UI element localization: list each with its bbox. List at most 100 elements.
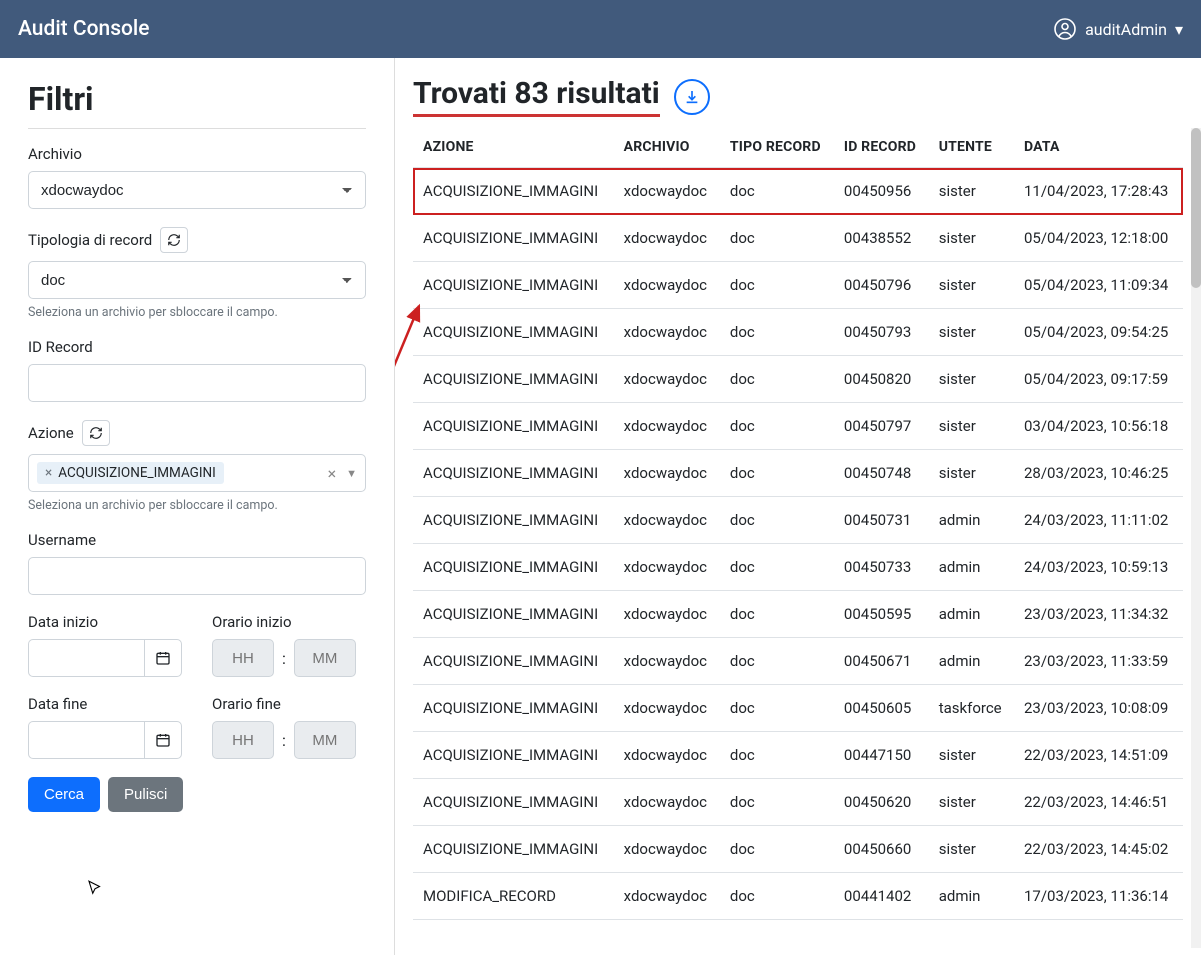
cell-archivio: xdocwaydoc [614,497,720,544]
cell-archivio: xdocwaydoc [614,309,720,356]
cell-id: 00450671 [834,638,929,685]
cell-data: 05/04/2023, 12:18:00 [1014,215,1183,262]
table-row[interactable]: ACQUISIZIONE_IMMAGINIxdocwaydocdoc004507… [413,403,1183,450]
chevron-down-icon[interactable]: ▼ [346,467,357,480]
cell-archivio: xdocwaydoc [614,356,720,403]
cell-azione: ACQUISIZIONE_IMMAGINI [413,168,614,215]
cell-id: 00450660 [834,826,929,873]
data-fine-input[interactable] [28,721,144,759]
clear-all-icon[interactable]: × [328,464,337,483]
cell-data: 23/03/2023, 11:33:59 [1014,638,1183,685]
table-row[interactable]: ACQUISIZIONE_IMMAGINIxdocwaydocdoc004506… [413,638,1183,685]
data-inizio-input[interactable] [28,639,144,677]
orario-fine-mm[interactable] [294,721,356,759]
cell-archivio: xdocwaydoc [614,544,720,591]
calendar-icon [155,732,171,748]
download-icon [684,89,700,105]
table-row[interactable]: MODIFICA_RECORDxdocwaydocdoc00441402admi… [413,873,1183,920]
cell-id: 00450748 [834,450,929,497]
cell-archivio: xdocwaydoc [614,732,720,779]
user-circle-icon [1053,17,1077,41]
table-row[interactable]: ACQUISIZIONE_IMMAGINIxdocwaydocdoc004507… [413,544,1183,591]
cell-id: 00450595 [834,591,929,638]
cell-archivio: xdocwaydoc [614,450,720,497]
cell-utente: sister [929,779,1014,826]
cell-utente: sister [929,732,1014,779]
cerca-button[interactable]: Cerca [28,777,100,812]
table-row[interactable]: ACQUISIZIONE_IMMAGINIxdocwaydocdoc004471… [413,732,1183,779]
pulisci-button[interactable]: Pulisci [108,777,183,812]
table-row[interactable]: ACQUISIZIONE_IMMAGINIxdocwaydocdoc004506… [413,826,1183,873]
cell-azione: ACQUISIZIONE_IMMAGINI [413,403,614,450]
cell-tipo: doc [720,309,834,356]
cell-id: 00450820 [834,356,929,403]
azione-refresh-button[interactable] [82,420,110,446]
cell-data: 23/03/2023, 10:08:09 [1014,685,1183,732]
username-input[interactable] [28,557,366,595]
scrollbar-thumb[interactable] [1191,128,1201,288]
cell-tipo: doc [720,638,834,685]
cell-data: 05/04/2023, 09:54:25 [1014,309,1183,356]
table-row[interactable]: ACQUISIZIONE_IMMAGINIxdocwaydocdoc004385… [413,215,1183,262]
cell-utente: sister [929,262,1014,309]
cell-id: 00450793 [834,309,929,356]
col-archivio[interactable]: ARCHIVIO [614,127,720,168]
cell-archivio: xdocwaydoc [614,262,720,309]
tipologia-refresh-button[interactable] [160,227,188,253]
cell-id: 00450956 [834,168,929,215]
cell-utente: sister [929,309,1014,356]
cell-azione: ACQUISIZIONE_IMMAGINI [413,591,614,638]
orario-fine-label: Orario fine [212,695,366,713]
cell-tipo: doc [720,215,834,262]
cell-azione: ACQUISIZIONE_IMMAGINI [413,779,614,826]
results-heading: Trovati 83 risultati [413,76,660,117]
table-row[interactable]: ACQUISIZIONE_IMMAGINIxdocwaydocdoc004506… [413,685,1183,732]
tipologia-select[interactable]: doc [28,261,366,299]
data-inizio-calendar-button[interactable] [144,639,182,677]
cell-azione: ACQUISIZIONE_IMMAGINI [413,826,614,873]
table-row[interactable]: ACQUISIZIONE_IMMAGINIxdocwaydocdoc004507… [413,450,1183,497]
chevron-down-icon: ▾ [1175,20,1183,39]
cell-data: 17/03/2023, 11:36:14 [1014,873,1183,920]
data-fine-calendar-button[interactable] [144,721,182,759]
id-record-input[interactable] [28,364,366,402]
archivio-select[interactable]: xdocwaydoc [28,171,366,209]
table-row[interactable]: ACQUISIZIONE_IMMAGINIxdocwaydocdoc004506… [413,779,1183,826]
cell-id: 00450605 [834,685,929,732]
cell-id: 00441402 [834,873,929,920]
orario-inizio-label: Orario inizio [212,613,366,631]
cell-id: 00450797 [834,403,929,450]
col-utente[interactable]: UTENTE [929,127,1014,168]
cell-data: 22/03/2023, 14:51:09 [1014,732,1183,779]
filters-heading: Filtri [28,80,366,118]
cell-utente: sister [929,215,1014,262]
cell-azione: ACQUISIZIONE_IMMAGINI [413,450,614,497]
table-row[interactable]: ACQUISIZIONE_IMMAGINIxdocwaydocdoc004505… [413,591,1183,638]
user-menu[interactable]: auditAdmin ▾ [1053,17,1183,41]
table-row[interactable]: ACQUISIZIONE_IMMAGINIxdocwaydocdoc004507… [413,497,1183,544]
cell-utente: admin [929,544,1014,591]
cell-archivio: xdocwaydoc [614,779,720,826]
table-row[interactable]: ACQUISIZIONE_IMMAGINIxdocwaydocdoc004508… [413,356,1183,403]
cell-archivio: xdocwaydoc [614,215,720,262]
orario-inizio-mm[interactable] [294,639,356,677]
col-id[interactable]: ID RECORD [834,127,929,168]
col-tipo[interactable]: TIPO RECORD [720,127,834,168]
orario-inizio-hh[interactable] [212,639,274,677]
col-azione[interactable]: AZIONE [413,127,614,168]
cell-azione: MODIFICA_RECORD [413,873,614,920]
col-data[interactable]: DATA [1014,127,1183,168]
download-button[interactable] [674,79,710,115]
cell-utente: sister [929,826,1014,873]
orario-fine-hh[interactable] [212,721,274,759]
azione-label: Azione [28,424,74,442]
table-row[interactable]: ACQUISIZIONE_IMMAGINIxdocwaydocdoc004507… [413,309,1183,356]
cell-utente: taskforce [929,685,1014,732]
azione-multiselect[interactable]: × ACQUISIZIONE_IMMAGINI × ▼ [28,454,366,492]
table-row[interactable]: ACQUISIZIONE_IMMAGINIxdocwaydocdoc004509… [413,168,1183,215]
table-row[interactable]: ACQUISIZIONE_IMMAGINIxdocwaydocdoc004507… [413,262,1183,309]
cell-tipo: doc [720,826,834,873]
cell-tipo: doc [720,544,834,591]
tag-remove-icon[interactable]: × [45,465,52,481]
cell-archivio: xdocwaydoc [614,168,720,215]
